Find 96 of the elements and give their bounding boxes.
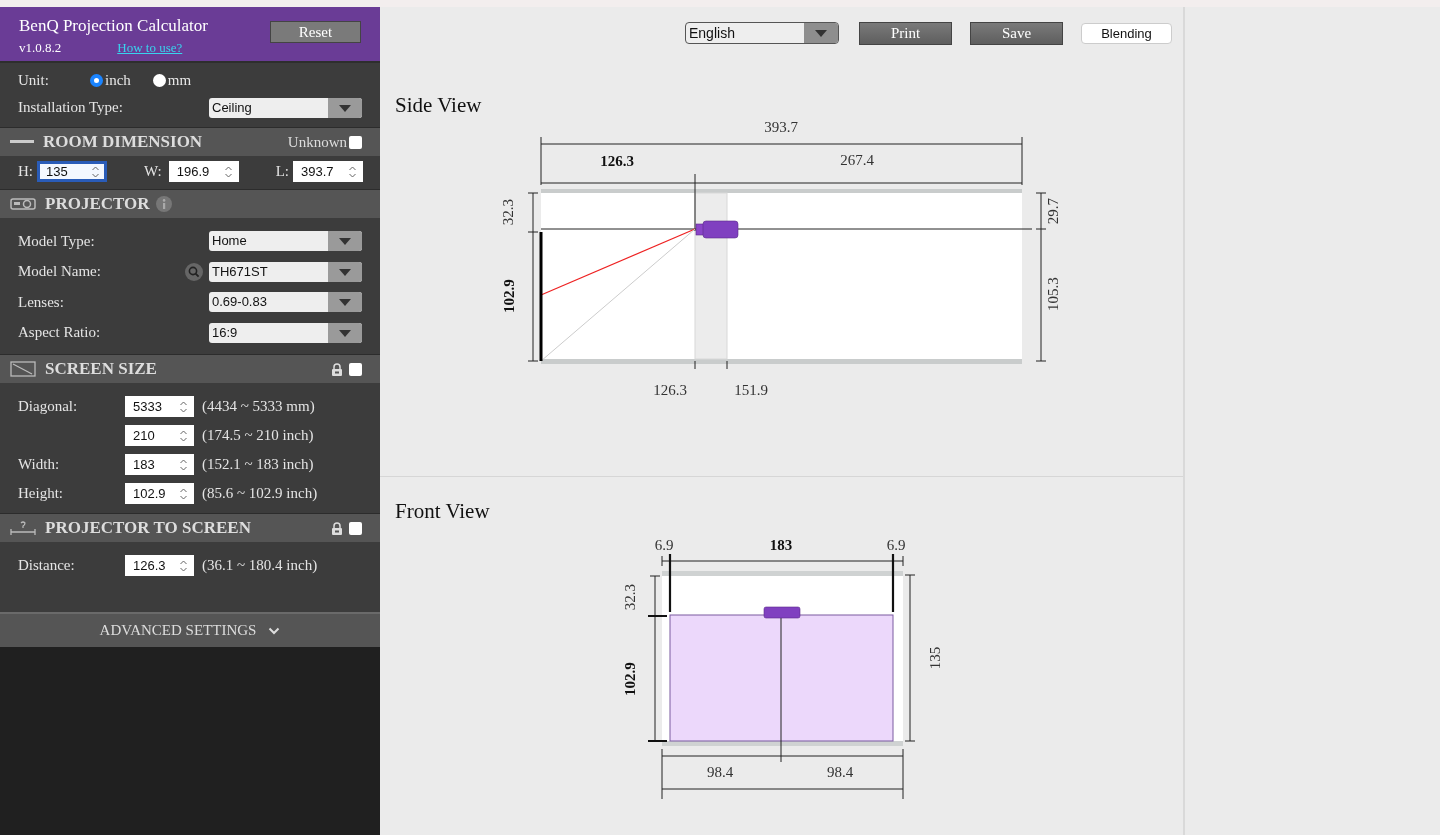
- dimension-label: H:: [18, 163, 33, 180]
- spinner-icon: [223, 164, 233, 179]
- dimension-label: 151.9: [734, 382, 768, 398]
- checkbox[interactable]: [349, 135, 362, 149]
- search-icon[interactable]: [185, 262, 203, 281]
- caret-icon: [328, 322, 362, 343]
- toolbar-button[interactable]: Save: [970, 21, 1063, 45]
- range-text: (152.1 ~ 183 inch): [202, 456, 314, 473]
- dimension-label: 102.9: [622, 662, 638, 696]
- caret-icon: [328, 261, 362, 282]
- dimension-label: W:: [143, 163, 162, 180]
- dropdown[interactable]: TH671ST: [209, 261, 362, 282]
- dimension-label: 29.7: [1045, 197, 1061, 225]
- reset-button[interactable]: Reset: [270, 21, 361, 43]
- field-label: Model Name:: [18, 263, 101, 281]
- spinner-icon: [179, 486, 188, 501]
- dimension-label: 126.3: [600, 153, 634, 169]
- radio-label[interactable]: mm: [167, 72, 192, 89]
- spinner-icon: [179, 428, 188, 443]
- dimension-label: 267.4: [840, 152, 874, 168]
- screen-icon: [10, 361, 36, 377]
- radio-button[interactable]: [90, 74, 103, 87]
- dimension-label: L:: [275, 163, 289, 180]
- field-label: Aspect Ratio:: [18, 324, 101, 342]
- number-field[interactable]: 183: [125, 454, 194, 475]
- version-label: v1.0.8.2: [19, 40, 62, 56]
- number-field[interactable]: 393.7: [293, 161, 363, 182]
- projector-drawing: [763, 606, 801, 619]
- unit-label: Unit:: [18, 72, 50, 89]
- field-label: Distance:: [18, 557, 76, 574]
- lock-icon: [331, 362, 343, 376]
- dimension-label: 98.4: [826, 764, 854, 780]
- info-icon[interactable]: [155, 196, 172, 212]
- dropdown[interactable]: Home: [209, 231, 362, 252]
- view-title: Side View: [394, 93, 483, 118]
- view-title: Front View: [394, 499, 491, 524]
- field-label: Width:: [18, 456, 61, 473]
- range-text: (4434 ~ 5333 mm): [202, 398, 315, 415]
- dimension-label: 126.3: [653, 382, 687, 398]
- number-field[interactable]: 135: [37, 161, 107, 182]
- section-title: ROOM DIMENSION: [43, 132, 203, 152]
- dimension-label: 102.9: [501, 279, 517, 313]
- installation-label: Installation Type:: [18, 99, 123, 116]
- dimension-label: 6.9: [886, 537, 906, 553]
- projector-drawing: [695, 220, 739, 239]
- blending-button[interactable]: Blending: [1081, 22, 1172, 44]
- section-title: SCREEN SIZE: [45, 359, 157, 379]
- range-text: (36.1 ~ 180.4 inch): [202, 557, 318, 574]
- range-text: (174.5 ~ 210 inch): [202, 427, 314, 444]
- app-title: BenQ Projection Calculator: [19, 16, 208, 36]
- spinner-icon: [179, 399, 188, 414]
- spinner-icon: [91, 164, 100, 179]
- section-title: PROJECTOR TO SCREEN: [45, 518, 251, 538]
- radio-button[interactable]: [152, 74, 166, 87]
- line-icon: [10, 140, 34, 144]
- section-title: PROJECTOR: [45, 194, 150, 214]
- chevron-down-icon: [268, 626, 281, 635]
- number-field[interactable]: 210: [125, 425, 194, 446]
- dimension-label: 6.9: [654, 537, 674, 553]
- dimension-label: 98.4: [706, 764, 734, 780]
- dropdown[interactable]: 0.69-0.83: [209, 292, 362, 313]
- unknown-label: Unknown: [287, 133, 347, 151]
- field-label: Height:: [18, 485, 64, 502]
- dimension-label: 32.3: [500, 198, 516, 226]
- projector-icon: [10, 197, 36, 211]
- number-field[interactable]: 5333: [125, 396, 194, 417]
- dimension-label: 135: [927, 646, 943, 670]
- spinner-icon: [348, 164, 357, 179]
- range-text: (85.6 ~ 102.9 inch): [202, 485, 318, 502]
- installation-dropdown[interactable]: Ceiling: [209, 97, 362, 118]
- checkbox[interactable]: [349, 521, 362, 535]
- number-field[interactable]: 126.3: [125, 555, 194, 576]
- caret-icon: [328, 97, 362, 118]
- help-link[interactable]: How to use?: [117, 40, 183, 56]
- dimension-label: 393.7: [764, 119, 798, 135]
- language-dropdown[interactable]: English: [685, 22, 839, 44]
- lock-icon: [331, 521, 343, 535]
- caret-icon: [328, 231, 362, 252]
- spinner-icon: [179, 558, 188, 573]
- toolbar-button[interactable]: Print: [859, 21, 952, 45]
- dropdown[interactable]: 16:9: [209, 322, 362, 343]
- field-label: Diagonal:: [18, 398, 79, 415]
- caret-icon: [804, 23, 838, 43]
- checkbox[interactable]: [349, 362, 362, 376]
- number-field[interactable]: 196.9: [168, 161, 239, 182]
- number-field[interactable]: 102.9: [125, 483, 194, 504]
- field-label: Model Type:: [18, 232, 95, 250]
- spinner-icon: [179, 457, 188, 472]
- distance-icon: [10, 520, 36, 536]
- field-label: Lenses:: [18, 293, 64, 311]
- caret-icon: [328, 292, 362, 313]
- dimension-label: 105.3: [1045, 277, 1061, 311]
- dimension-label: 183: [769, 537, 793, 553]
- radio-label[interactable]: inch: [105, 72, 131, 89]
- dimension-label: 32.3: [622, 583, 638, 611]
- advanced-settings-toggle[interactable]: ADVANCED SETTINGS: [0, 612, 380, 647]
